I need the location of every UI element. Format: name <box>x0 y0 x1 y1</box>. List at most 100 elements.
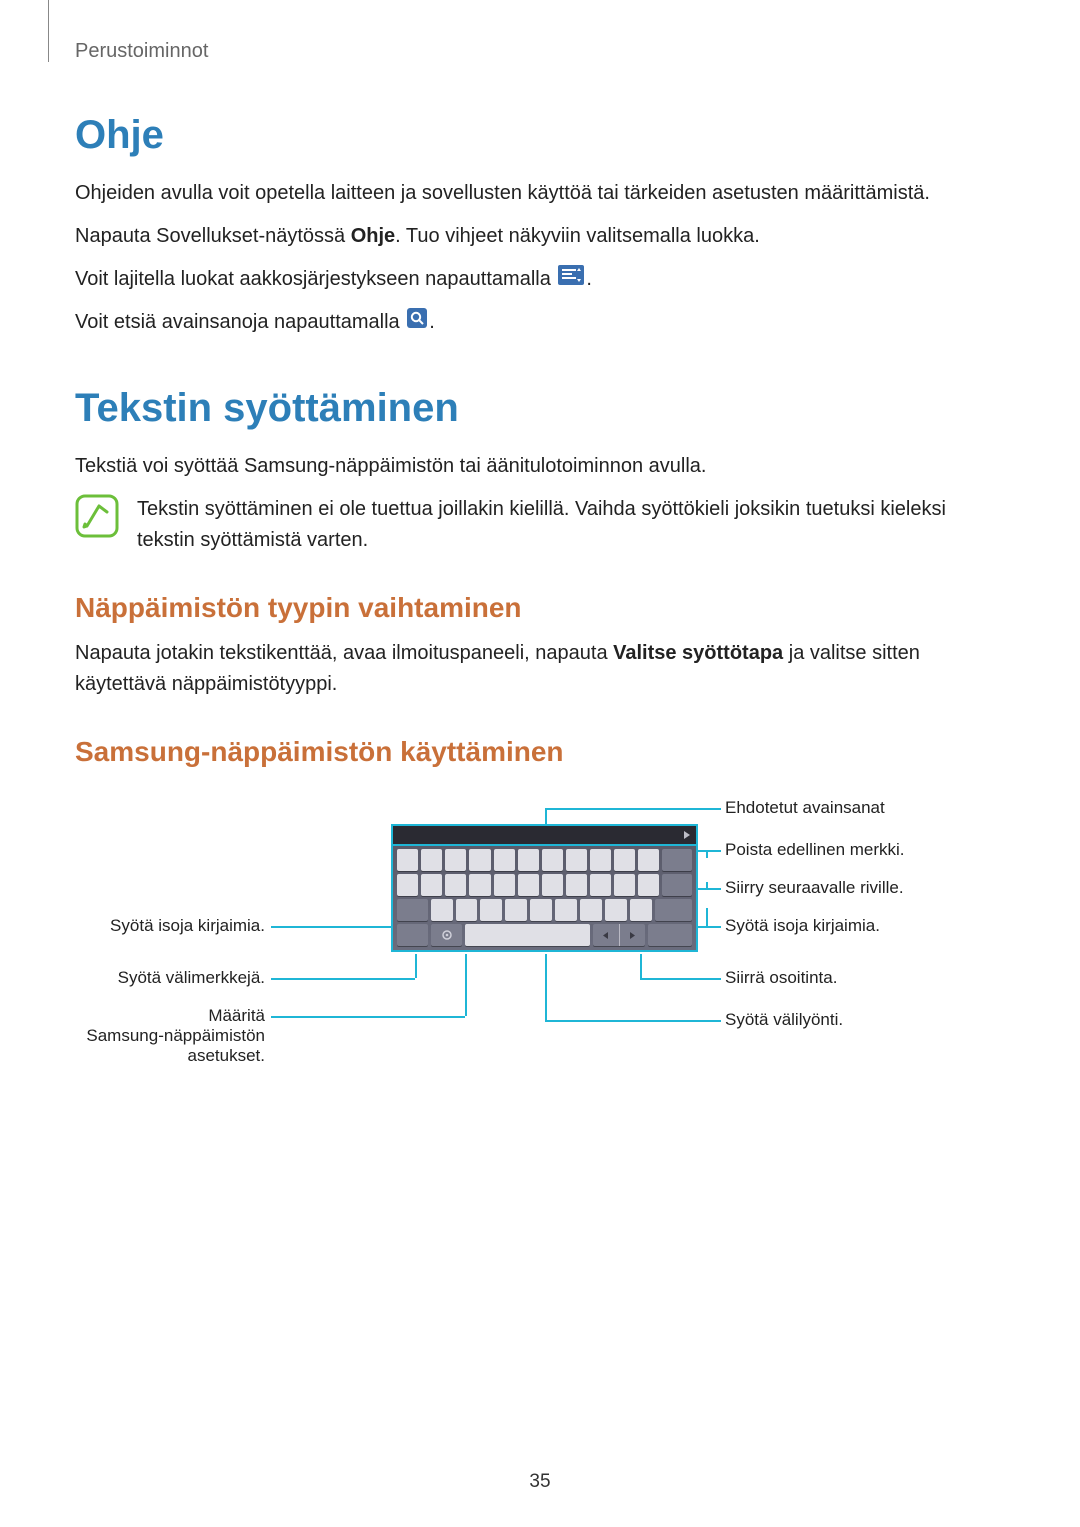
callout-move-cursor: Siirrä osoitinta. <box>725 968 837 988</box>
key <box>542 874 563 896</box>
sort-icon <box>558 264 584 295</box>
symbols-key <box>397 924 428 946</box>
heading-sub1: Näppäimistön tyypin vaihtaminen <box>75 592 1005 624</box>
language-key <box>648 924 692 946</box>
callout-line <box>706 908 708 928</box>
text-bold: Ohje <box>351 225 395 247</box>
text: . Tuo vihjeet näkyviin valitsemalla luok… <box>395 225 760 247</box>
chevron-right-icon <box>682 830 692 840</box>
keyboard-diagram: Ehdotetut avainsanat Poista edellinen me… <box>75 788 1005 1088</box>
callout-line <box>706 882 708 890</box>
callout-caps-right: Syötä isoja kirjaimia. <box>725 916 880 936</box>
key <box>614 849 635 871</box>
heading-ohje: Ohje <box>75 113 1005 158</box>
text: Napauta Sovellukset-näytössä <box>75 225 351 247</box>
key <box>590 874 611 896</box>
key <box>397 849 418 871</box>
cursor-left <box>593 924 620 946</box>
keyboard-row <box>393 846 696 871</box>
callout-line <box>706 850 708 858</box>
space-key <box>465 924 589 946</box>
callout-suggested-words: Ehdotetut avainsanat <box>725 798 885 818</box>
callout-line <box>545 1020 721 1022</box>
text: Voit lajitella luokat aakkosjärjestyksee… <box>75 268 556 290</box>
cursor-right <box>620 924 646 946</box>
key <box>505 899 527 921</box>
search-icon <box>407 307 427 338</box>
note-icon <box>75 494 119 538</box>
key <box>580 899 602 921</box>
keyboard-suggestion-bar <box>393 826 696 846</box>
callout-line <box>697 888 721 890</box>
key <box>480 899 502 921</box>
page-number: 35 <box>0 1471 1080 1493</box>
settings-key <box>431 924 462 946</box>
key <box>566 849 587 871</box>
ohje-paragraph-4: Voit etsiä avainsanoja napauttamalla . <box>75 307 1005 338</box>
callout-line <box>545 808 721 810</box>
sub1-paragraph: Napauta jotakin tekstikenttää, avaa ilmo… <box>75 638 1005 700</box>
key <box>605 899 627 921</box>
note-text: Tekstin syöttäminen ei ole tuettua joill… <box>137 494 1005 556</box>
key <box>518 874 539 896</box>
callout-settings-3: asetukset. <box>188 1046 266 1066</box>
callout-settings-2: Samsung-näppäimistön <box>86 1026 265 1046</box>
keyboard-row <box>393 896 696 921</box>
key <box>518 849 539 871</box>
ohje-paragraph-1: Ohjeiden avulla voit opetella laitteen j… <box>75 178 1005 209</box>
cursor-arrows-key <box>593 924 646 946</box>
samsung-keyboard <box>391 824 698 952</box>
text: Napauta jotakin tekstikenttää, avaa ilmo… <box>75 642 613 664</box>
callout-line <box>465 954 467 1016</box>
key <box>456 899 478 921</box>
callout-line <box>697 926 721 928</box>
callout-line <box>271 1016 465 1018</box>
key <box>494 849 515 871</box>
key <box>445 874 466 896</box>
text-bold: Valitse syöttötapa <box>613 642 783 664</box>
key <box>638 874 659 896</box>
key <box>590 849 611 871</box>
callout-line <box>271 926 391 928</box>
key <box>530 899 552 921</box>
key <box>469 849 490 871</box>
key <box>421 849 442 871</box>
key <box>542 849 563 871</box>
callout-caps-left: Syötä isoja kirjaimia. <box>110 916 265 936</box>
key <box>614 874 635 896</box>
callout-line <box>640 954 642 978</box>
heading-sub2: Samsung-näppäimistön käyttäminen <box>75 736 1005 768</box>
caret-left-icon <box>602 931 609 940</box>
ohje-paragraph-3: Voit lajitella luokat aakkosjärjestyksee… <box>75 264 1005 295</box>
gear-icon <box>441 929 453 941</box>
shift-right-key <box>655 899 692 921</box>
callout-delete-prev: Poista edellinen merkki. <box>725 840 905 860</box>
callout-space: Syötä välilyönti. <box>725 1010 843 1030</box>
key <box>445 849 466 871</box>
callout-line <box>545 954 547 1020</box>
key <box>397 874 418 896</box>
text: . <box>586 268 592 290</box>
section-header: Perustoiminnot <box>75 40 1005 63</box>
key <box>555 899 577 921</box>
callout-next-line: Siirry seuraavalle riville. <box>725 878 904 898</box>
key <box>638 849 659 871</box>
note-block: Tekstin syöttäminen ei ole tuettua joill… <box>75 494 1005 556</box>
callout-line <box>271 978 415 980</box>
keyboard-row <box>393 871 696 896</box>
page-content: Perustoiminnot Ohje Ohjeiden avulla voit… <box>0 0 1080 1088</box>
enter-key <box>662 874 692 896</box>
heading-tekstin: Tekstin syöttäminen <box>75 386 1005 431</box>
key <box>421 874 442 896</box>
shift-left-key <box>397 899 428 921</box>
text: Voit etsiä avainsanoja napauttamalla <box>75 311 405 333</box>
text: . <box>429 311 435 333</box>
tekstin-paragraph-1: Tekstiä voi syöttää Samsung-näppäimistön… <box>75 451 1005 482</box>
callout-settings-1: Määritä <box>208 1006 265 1026</box>
caret-right-icon <box>629 931 636 940</box>
key <box>469 874 490 896</box>
callout-punctuation: Syötä välimerkkejä. <box>118 968 265 988</box>
ohje-paragraph-2: Napauta Sovellukset-näytössä Ohje. Tuo v… <box>75 221 1005 252</box>
key <box>630 899 652 921</box>
keyboard-row <box>393 921 696 946</box>
